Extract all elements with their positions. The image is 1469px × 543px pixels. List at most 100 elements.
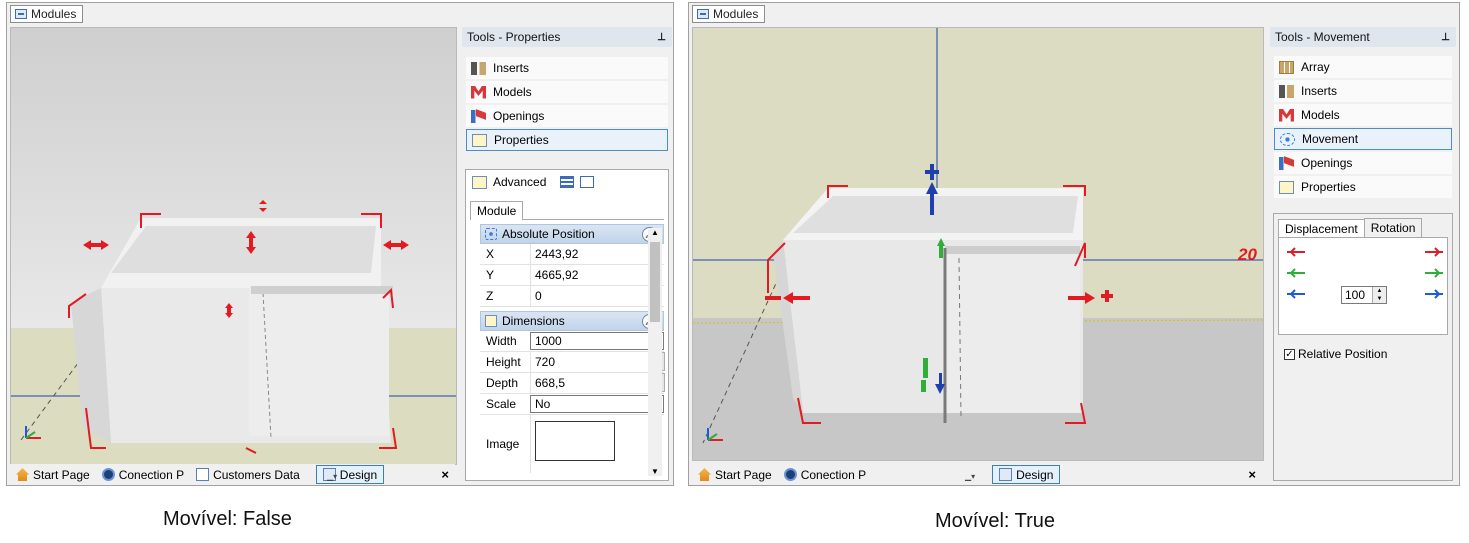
module-tabstrip: Module [466, 200, 668, 220]
image-preview[interactable] [530, 415, 664, 473]
left-window: Modules Start Page Conection P Customers… [6, 2, 674, 486]
pin-icon[interactable]: ⊥ [657, 32, 666, 43]
tab-start-page-label: Start Page [715, 467, 772, 482]
scroll-thumb[interactable] [650, 242, 660, 322]
tab-rotation[interactable]: Rotation [1363, 218, 1423, 237]
close-tab-button[interactable]: × [441, 467, 449, 482]
dimensions-header[interactable]: Dimensions ︽ [480, 311, 664, 331]
design-viewport[interactable]: 20 [692, 27, 1264, 461]
scale-select[interactable]: No⌵ [530, 395, 664, 413]
array-icon [1279, 60, 1294, 74]
properties-icon [472, 133, 487, 147]
tab-conection[interactable]: Conection P [778, 465, 872, 484]
tool-movement[interactable]: Movement [1274, 128, 1452, 150]
relative-position-checkbox[interactable]: ✓ Relative Position [1284, 347, 1452, 361]
home-icon [698, 468, 711, 481]
tab-conection-label: Conection P [800, 467, 867, 482]
properties-scrollbar[interactable]: ▲ ▼ [648, 228, 662, 476]
tool-inserts-label: Inserts [1301, 84, 1338, 98]
tool-array-label: Array [1301, 60, 1330, 74]
advanced-label[interactable]: Advanced [493, 175, 546, 189]
tool-models-label: Models [493, 85, 532, 99]
inserts-icon [1279, 84, 1294, 98]
width-select[interactable]: 1000⌵ [530, 332, 664, 350]
tab-start-page[interactable]: Start Page [692, 465, 778, 484]
prop-row-x: X 2443,92 [480, 244, 664, 265]
pin-icon[interactable]: ⊥ [1441, 32, 1450, 43]
tool-properties-label: Properties [494, 133, 549, 147]
tool-models[interactable]: Models [1274, 104, 1452, 126]
close-tab-button[interactable]: × [1248, 467, 1256, 482]
categorized-view-icon[interactable] [560, 176, 575, 188]
tool-properties[interactable]: Properties [1274, 176, 1452, 198]
prop-key: Y [486, 268, 495, 282]
tab-design-label: Design [339, 467, 378, 482]
step-value: 100 [1345, 288, 1366, 302]
image-thumbnail [535, 421, 615, 461]
tool-array[interactable]: Array [1274, 56, 1452, 78]
tool-properties[interactable]: Properties [466, 129, 668, 151]
connection-icon [783, 468, 797, 481]
prop-value[interactable]: 0 [530, 286, 664, 306]
tab-design[interactable]: Design [992, 465, 1061, 484]
openings-icon [471, 109, 486, 123]
displacement-pane: 100 ▲ ▼ [1278, 237, 1448, 335]
tool-models[interactable]: Models [466, 81, 668, 103]
movement-tabstrip: Displacement Rotation [1274, 218, 1452, 238]
tool-openings-label: Openings [493, 109, 545, 123]
tab-displacement[interactable]: Displacement [1278, 219, 1365, 238]
tool-openings[interactable]: Openings [1274, 152, 1452, 174]
tool-inserts[interactable]: Inserts [466, 57, 668, 79]
tab-module[interactable]: Module [470, 201, 524, 220]
dimensions-icon [485, 315, 497, 327]
properties-icon [1279, 180, 1294, 194]
absolute-position-header[interactable]: Absolute Position ︽ [480, 224, 664, 244]
prop-row-y: Y 4665,92 [480, 265, 664, 286]
tab-overflow-icon[interactable]: ▁▾ [965, 472, 975, 481]
modules-doc-tab[interactable]: Modules [10, 5, 84, 23]
depth-field[interactable]: 668,5» [530, 373, 665, 393]
right-window: Modules 20 Start Page Conection P ▁▾ Des… [688, 2, 1460, 486]
tool-openings[interactable]: Openings [466, 105, 668, 127]
scale-value: No [535, 397, 551, 411]
position-icon [485, 228, 497, 240]
depth-value: 668,5 [535, 376, 566, 390]
caption-right: Movível: True [935, 510, 1056, 532]
tool-movement-label: Movement [1302, 132, 1359, 146]
tab-customers-data[interactable]: Customers Data [190, 465, 306, 484]
width-value: 1000 [535, 334, 562, 348]
scroll-up-icon[interactable]: ▲ [651, 228, 659, 237]
document-icon [196, 468, 210, 481]
modules-doc-tab[interactable]: Modules [692, 5, 766, 23]
tools-movement-panel: Tools - Movement ⊥ Array Inserts Models … [1270, 27, 1456, 485]
caption-left: Movível: False [163, 508, 292, 530]
tool-properties-label: Properties [1301, 180, 1356, 194]
prop-key: Depth [486, 376, 519, 390]
tab-customers-data-label: Customers Data [213, 467, 300, 482]
tab-overflow-icon[interactable]: ▁▾ [327, 472, 337, 481]
prop-value[interactable]: 4665,92 [530, 265, 664, 285]
prop-key: Image [486, 437, 520, 451]
tab-conection[interactable]: Conection P [96, 465, 190, 484]
design-icon [999, 468, 1013, 481]
checkbox-checked-icon[interactable]: ✓ [1284, 348, 1295, 360]
tab-start-page[interactable]: Start Page [10, 465, 96, 484]
home-icon [16, 468, 29, 481]
module-doc-icon [15, 9, 27, 19]
inserts-icon [471, 61, 486, 75]
panel-header: Tools - Movement ⊥ [1270, 27, 1456, 47]
spin-updown-icon[interactable]: ▲ ▼ [1372, 287, 1386, 303]
scroll-down-icon[interactable]: ▼ [651, 467, 659, 476]
design-viewport[interactable] [10, 27, 457, 465]
prop-value[interactable]: 2443,92 [530, 244, 664, 264]
height-field[interactable]: 720» [530, 352, 665, 372]
tab-conection-label: Conection P [118, 467, 185, 482]
tool-inserts-label: Inserts [493, 61, 530, 75]
tools-properties-panel: Tools - Properties ⊥ Inserts Models Open… [462, 27, 672, 485]
tab-start-page-label: Start Page [33, 467, 90, 482]
table-view-icon[interactable] [580, 176, 595, 188]
tool-inserts[interactable]: Inserts [1274, 80, 1452, 102]
models-icon [1279, 108, 1294, 122]
step-input[interactable]: 100 ▲ ▼ [1341, 286, 1387, 304]
movement-icon [1280, 132, 1295, 146]
